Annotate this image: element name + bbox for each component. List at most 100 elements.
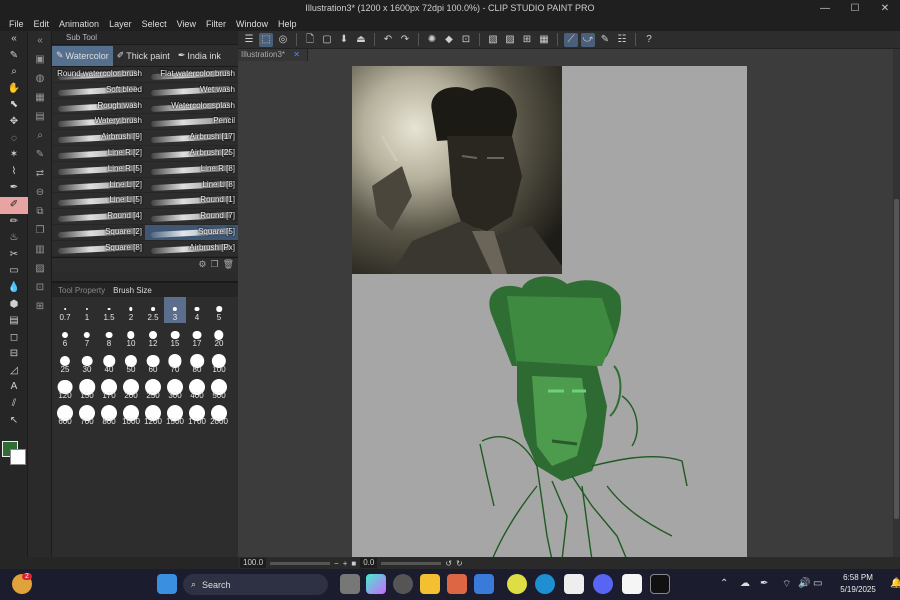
battery-icon[interactable]: ▭	[813, 578, 822, 589]
tab-watercolor[interactable]: ✎ Watercolor	[52, 45, 113, 66]
brush-size-option[interactable]: 300	[164, 375, 186, 401]
snap-special-ruler-icon[interactable]: ⤻	[581, 32, 595, 47]
pen-settings-icon[interactable]: ✎	[598, 33, 612, 47]
eyedropper-icon[interactable]: ⌇	[0, 164, 28, 181]
brush-size-option[interactable]: 5	[208, 297, 230, 323]
save-icon[interactable]: ⬇	[337, 33, 351, 47]
new-file-icon[interactable]: 🗋	[303, 33, 317, 47]
link-icon[interactable]: ⊖	[28, 183, 52, 202]
brush-item[interactable]: Line R [5]	[52, 162, 145, 178]
brush-item[interactable]: Soft bleed	[52, 83, 145, 99]
brush-size-option[interactable]: 1000	[120, 401, 142, 427]
taskbar-search[interactable]: ⌕ Search	[183, 574, 328, 595]
rotation-slider[interactable]	[381, 561, 442, 565]
tab-india-ink[interactable]: ✒ India ink	[174, 46, 225, 66]
brush-size-option[interactable]: 25	[54, 349, 76, 375]
brush-size-option[interactable]: 17	[186, 323, 208, 349]
brush-item[interactable]: Watery brush	[52, 114, 145, 131]
brush-size-option[interactable]: 1500	[164, 401, 186, 427]
move-icon[interactable]: ✥	[0, 114, 28, 131]
document-tab[interactable]: Illustration3* ✕	[238, 49, 308, 61]
edge-icon[interactable]	[535, 574, 555, 594]
clear-outside-icon[interactable]: ▨	[503, 33, 517, 47]
menu-window[interactable]: Window	[236, 19, 268, 29]
scrollbar-thumb[interactable]	[894, 199, 899, 519]
grid-icon[interactable]: ▦	[28, 88, 52, 107]
snap-ruler-icon[interactable]: ⟋	[564, 32, 578, 47]
magic-wand-icon[interactable]: ✶	[0, 147, 28, 164]
copy-icon[interactable]: ❐	[28, 221, 52, 240]
menu-edit[interactable]: Edit	[34, 19, 50, 29]
zoom-icon[interactable]: ⌕	[0, 64, 28, 81]
brush-item[interactable]: Line L [8]	[145, 178, 238, 194]
brush-size-option[interactable]: 1200	[142, 401, 164, 427]
brush-item[interactable]: Airbrush [9]	[52, 130, 145, 146]
brush-item[interactable]: Rough wash	[52, 99, 145, 115]
export-icon[interactable]: ⊞	[28, 297, 52, 316]
sub-tool-icon[interactable]: ✎	[28, 145, 52, 164]
export-icon[interactable]: ⏏	[354, 33, 368, 47]
volume-icon[interactable]: 🔊	[798, 578, 810, 589]
brush-item[interactable]: Round [1]	[145, 193, 238, 210]
brush-size-option[interactable]: 6	[54, 323, 76, 349]
collapse-icon[interactable]: «	[0, 31, 28, 48]
brush-item[interactable]: Airbrush [25]	[145, 146, 238, 162]
brush-size-option[interactable]: 600	[54, 401, 76, 427]
reference-photo[interactable]	[352, 66, 562, 274]
menu-layer[interactable]: Layer	[109, 19, 132, 29]
wifi-icon[interactable]: ⌔	[782, 578, 791, 591]
search-icon[interactable]: ⌕	[28, 126, 52, 145]
brush-size-option[interactable]: 70	[164, 349, 186, 375]
undo-icon[interactable]: ↶	[381, 33, 395, 47]
rotation-field[interactable]: 0.0	[360, 558, 378, 568]
tab-thick-paint[interactable]: ✐ Thick paint	[113, 46, 174, 66]
help-icon[interactable]: ?	[642, 33, 656, 47]
brush-item[interactable]: Airbrush [Px]	[145, 241, 238, 257]
notes-icon[interactable]	[474, 574, 494, 594]
loading-icon[interactable]: ✺	[425, 33, 439, 47]
brush-size-option[interactable]: 3	[164, 297, 186, 323]
zoom-field[interactable]: 100.0	[240, 558, 267, 568]
minimize-button[interactable]: —	[810, 0, 840, 17]
brush-size-option[interactable]: 800	[98, 401, 120, 427]
folder-icon[interactable]: ⊡	[28, 278, 52, 297]
brush-item[interactable]: Square [5]	[145, 224, 238, 241]
brush-item[interactable]: Round [7]	[145, 209, 238, 225]
brush-size-option[interactable]: 700	[76, 401, 98, 427]
close-tab-icon[interactable]: ✕	[293, 50, 300, 59]
onedrive-icon[interactable]: ☁	[740, 578, 750, 589]
brush-size-option[interactable]: 2	[120, 297, 142, 323]
operation-icon[interactable]: ⬉	[0, 97, 28, 114]
rotate-left-icon[interactable]: ↺	[445, 559, 452, 568]
fill-icon[interactable]: ◆	[442, 33, 456, 47]
copy-subtool-icon[interactable]: ❐	[210, 259, 218, 270]
layer-icon[interactable]: ▤	[28, 107, 52, 126]
zoom-slider[interactable]	[270, 561, 331, 565]
crop-icon[interactable]: ⊞	[520, 33, 534, 47]
menu-view[interactable]: View	[177, 19, 196, 29]
brush-size-option[interactable]: 500	[208, 375, 230, 401]
brush-item[interactable]: Round watercolor brush	[52, 67, 145, 83]
selection-tool-icon[interactable]: ⬚	[259, 32, 273, 47]
brush-size-option[interactable]: 80	[186, 349, 208, 375]
fill-tool-icon[interactable]: ⬢	[0, 297, 28, 314]
tab-brush-size[interactable]: Brush Size	[113, 286, 152, 295]
menu-help[interactable]: Help	[278, 19, 297, 29]
brush-item[interactable]: Line R [2]	[52, 146, 145, 162]
hand-icon[interactable]: ✋	[0, 81, 28, 98]
brush-item[interactable]: Flat watercolor brush	[145, 67, 238, 83]
brush-size-option[interactable]: 250	[142, 375, 164, 401]
box-icon[interactable]: ▥	[28, 240, 52, 259]
discord-icon[interactable]	[593, 574, 613, 594]
balloon-icon[interactable]: ⫽	[0, 396, 28, 413]
water-icon[interactable]: ◍	[28, 69, 52, 88]
menu-file[interactable]: File	[9, 19, 24, 29]
maximize-button[interactable]: ☐	[840, 0, 870, 17]
text-icon[interactable]: A	[0, 379, 28, 396]
brush-group-icon[interactable]: ▣	[28, 50, 52, 69]
pen-tool-icon[interactable]: ✎	[0, 48, 28, 65]
brush-size-option[interactable]: 100	[208, 349, 230, 375]
brush-size-option[interactable]: 1700	[186, 401, 208, 427]
clock[interactable]: 6:58 PM 5/19/2025	[828, 572, 888, 596]
brush-size-option[interactable]: 15	[164, 323, 186, 349]
